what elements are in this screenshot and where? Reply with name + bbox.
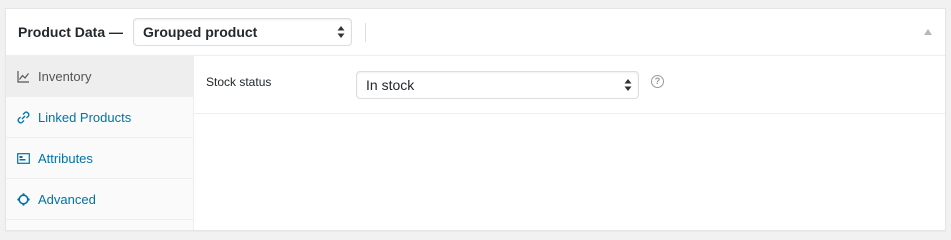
tab-attributes[interactable]: Attributes [6,138,193,179]
panel-title: Product Data — [18,24,124,40]
tab-advanced-label: Advanced [38,191,96,207]
header-separator [365,22,367,42]
tab-linked-products-label: Linked Products [38,109,132,125]
tab-attributes-label: Attributes [38,150,93,166]
stock-status-label: Stock status [206,75,272,89]
collapse-toggle-icon[interactable] [924,29,932,35]
product-data-tabs: Inventory Linked Products Attributes Adv… [6,56,194,230]
gear-icon [17,192,30,206]
stock-status-value: In stock [366,77,415,93]
product-type-value: Grouped product [143,24,258,40]
tab-advanced[interactable]: Advanced [6,179,193,220]
panel-header: Product Data — Grouped product [6,9,945,56]
select-arrows-icon [624,79,632,91]
panel-body: Inventory Linked Products Attributes Adv… [6,56,945,230]
list-icon [17,152,30,165]
tab-inventory-label: Inventory [38,68,92,84]
product-data-panel: Product Data — Grouped product Inventory [5,8,946,231]
inventory-panel: Stock status In stock ? [194,56,945,230]
stock-status-select[interactable]: In stock [356,71,639,99]
select-arrows-icon [337,26,345,38]
tab-inventory[interactable]: Inventory [6,56,193,97]
chart-line-icon [17,70,30,83]
link-icon [17,110,30,124]
stock-status-row: Stock status In stock ? [194,56,945,114]
product-type-select[interactable]: Grouped product [133,18,353,46]
tab-linked-products[interactable]: Linked Products [6,97,193,138]
help-tip-icon[interactable]: ? [651,75,664,88]
